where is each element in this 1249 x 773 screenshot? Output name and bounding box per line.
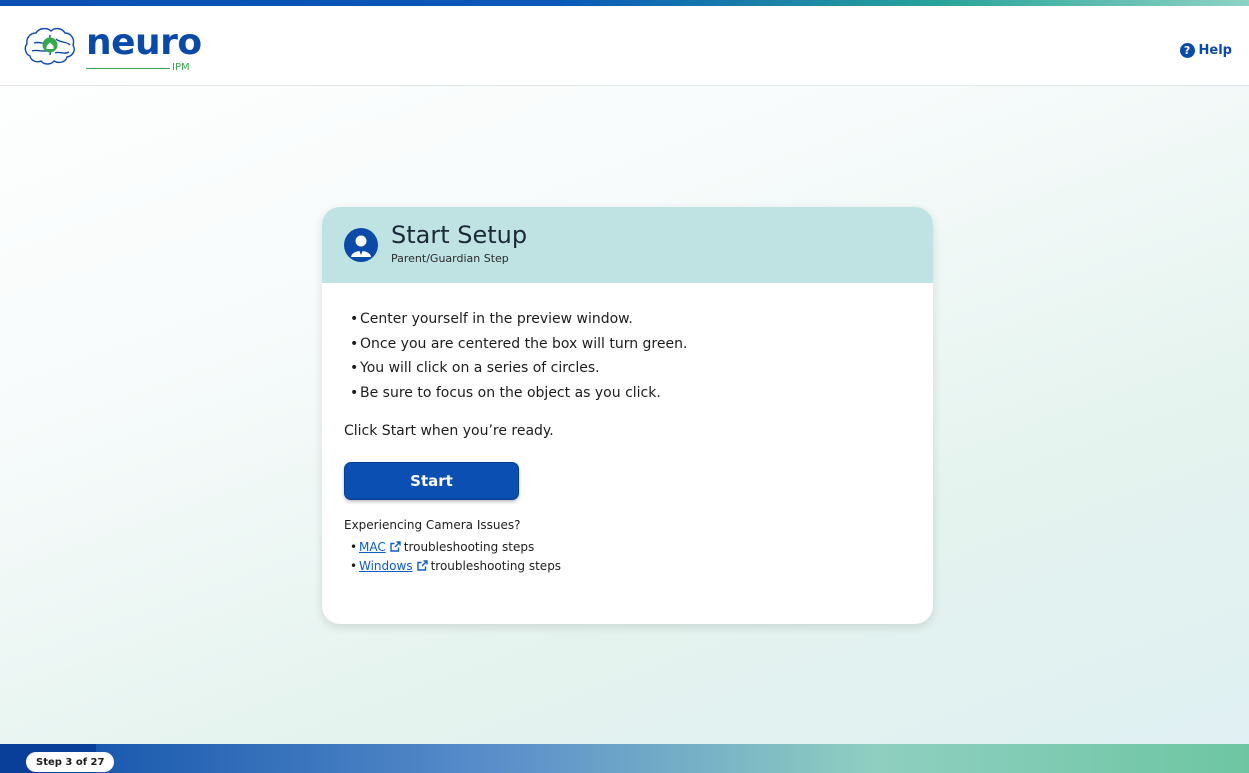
instruction-item: Once you are centered the box will turn …	[344, 332, 911, 357]
mac-link[interactable]: MAC	[359, 540, 386, 554]
step-indicator: Step 3 of 27	[26, 752, 115, 772]
brain-logo-icon	[24, 27, 75, 65]
start-button[interactable]: Start	[344, 462, 519, 500]
external-link-icon[interactable]	[390, 541, 401, 552]
parent-user-icon	[344, 228, 378, 262]
external-link-icon[interactable]	[416, 560, 428, 571]
instruction-list: Center yourself in the preview window. O…	[344, 307, 911, 405]
mac-troubleshooting-item: MAC troubleshooting steps	[344, 538, 911, 557]
help-label: Help	[1198, 43, 1232, 58]
card-title: Start Setup	[391, 221, 528, 249]
windows-suffix: troubleshooting steps	[430, 559, 562, 573]
brand-divider	[86, 68, 170, 69]
brand-sub: IPM	[172, 62, 190, 73]
card-header: Start Setup Parent/Guardian Step	[322, 207, 933, 283]
start-setup-card: Start Setup Parent/Guardian Step Center …	[322, 207, 933, 624]
camera-issues-title: Experiencing Camera Issues?	[344, 518, 521, 532]
card-subtitle: Parent/Guardian Step	[391, 252, 509, 265]
help-circle-icon: ?	[1179, 43, 1195, 58]
mac-suffix: troubleshooting steps	[403, 540, 535, 554]
header: neuro IPM ? Help	[0, 6, 1249, 86]
neuro-ipm-logo[interactable]: neuro IPM	[22, 23, 222, 83]
footer-progress-bar: Step 3 of 27	[0, 744, 1249, 773]
ready-text: Click Start when you’re ready.	[344, 423, 554, 439]
instruction-item: Be sure to focus on the object as you cl…	[344, 381, 911, 406]
brand-name: neuro	[86, 22, 202, 63]
help-button[interactable]: ? Help	[1179, 43, 1232, 58]
card-body: Center yourself in the preview window. O…	[322, 283, 933, 576]
windows-troubleshooting-item: Windows troubleshooting steps	[344, 557, 911, 576]
instruction-item: Center yourself in the preview window.	[344, 307, 911, 332]
instruction-item: You will click on a series of circles.	[344, 356, 911, 381]
camera-troubleshooting-list: MAC troubleshooting steps Windows troubles…	[344, 538, 911, 576]
windows-link[interactable]: Windows	[359, 559, 413, 573]
